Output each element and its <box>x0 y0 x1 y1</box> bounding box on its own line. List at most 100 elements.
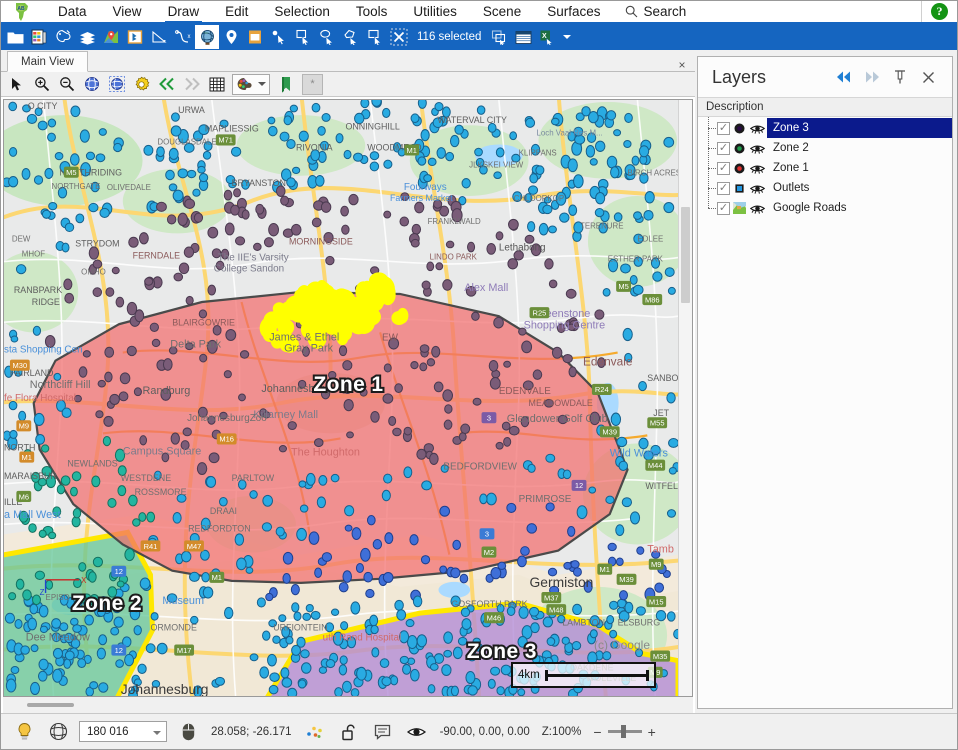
map-extra-button[interactable]: * <box>302 73 323 95</box>
zoom-plus-label[interactable]: + <box>648 724 656 740</box>
previous-extent-button[interactable] <box>154 73 179 95</box>
scale-bar-label: 4km <box>518 669 540 681</box>
close-panel-button[interactable] <box>914 64 942 90</box>
layer-visibility-checkbox[interactable] <box>717 161 730 175</box>
layer-eye-icon[interactable] <box>748 203 767 214</box>
close-icon: × <box>678 58 686 72</box>
zoom-slider-knob[interactable] <box>620 725 626 738</box>
layer-eye-icon[interactable] <box>748 143 767 154</box>
snap-points-button[interactable] <box>298 717 332 747</box>
next-extent-button[interactable] <box>179 73 204 95</box>
menu-item-selection[interactable]: Selection <box>261 1 343 22</box>
layer-visibility-checkbox[interactable] <box>717 181 730 195</box>
pointer-select-icon <box>272 30 286 45</box>
palette-brush-icon <box>56 29 71 43</box>
layer-row-zone-2[interactable]: Zone 2 <box>698 138 952 158</box>
data-table-button[interactable] <box>27 25 51 49</box>
layers-panel-header: Layers <box>698 57 952 97</box>
map-place-label: CHLOORKOP <box>514 194 565 203</box>
polygon-select-button[interactable] <box>339 25 363 49</box>
settings-gear-button[interactable] <box>129 73 154 95</box>
menu-item-tools[interactable]: Tools <box>343 1 401 22</box>
zoom-out-button[interactable] <box>54 73 79 95</box>
bookmark-icon <box>281 76 290 93</box>
menu-item-view[interactable]: View <box>100 1 155 22</box>
map-place-label: KLIPPANS <box>519 148 557 157</box>
tab-main-view[interactable]: Main View <box>7 51 88 72</box>
copy-selection-button[interactable] <box>487 25 511 49</box>
clear-selection-button[interactable] <box>387 25 411 49</box>
collapse-left-button[interactable] <box>830 64 858 90</box>
map-place-label: Johannesburg <box>121 681 209 696</box>
lock-button[interactable] <box>332 717 366 747</box>
zoom-minus-label[interactable]: − <box>593 724 601 740</box>
crop-select-button[interactable] <box>363 25 387 49</box>
rect-select-button[interactable] <box>291 25 315 49</box>
note-button[interactable] <box>366 717 400 747</box>
menu-item-surfaces[interactable]: Surfaces <box>534 1 613 22</box>
color-palette-dropdown[interactable] <box>232 73 270 95</box>
label-box-button[interactable] <box>243 25 267 49</box>
measure-button[interactable] <box>147 25 171 49</box>
layer-row-zone-1[interactable]: Zone 1 <box>698 158 952 178</box>
map-vscroll-thumb[interactable] <box>681 207 690 303</box>
map-place-label: LAMBTON <box>562 617 605 627</box>
eye-icon <box>407 727 427 736</box>
map-vertical-scrollbar[interactable] <box>678 100 692 696</box>
close-tab-button[interactable]: × <box>675 58 695 72</box>
lightbulb-button[interactable] <box>7 717 41 747</box>
lasso-select-button[interactable] <box>315 25 339 49</box>
menu-item-scene[interactable]: Scene <box>470 1 534 22</box>
open-folder-button[interactable] <box>3 25 27 49</box>
map-canvas[interactable]: XZ O CITY URWA WATERVAL CITY MAPLIESSIG ONNI… <box>4 100 678 696</box>
layer-visibility-checkbox[interactable] <box>717 201 730 215</box>
zoom-slider[interactable]: − + <box>587 724 655 740</box>
zoom-in-button[interactable] <box>29 73 54 95</box>
curve-tool-button[interactable]: x <box>171 25 195 49</box>
pointer-select-button[interactable] <box>267 25 291 49</box>
layer-eye-icon[interactable] <box>748 123 767 134</box>
layer-row-zone-3[interactable]: Zone 3 <box>698 118 952 138</box>
globe-button[interactable] <box>41 717 75 747</box>
search-box[interactable]: Search <box>613 1 698 22</box>
place-marker-button[interactable] <box>219 25 243 49</box>
menu-item-edit[interactable]: Edit <box>212 1 261 22</box>
zoom-extent-button[interactable] <box>79 73 104 95</box>
style-palette-button[interactable] <box>51 25 75 49</box>
app-logo[interactable]: AB <box>1 1 45 22</box>
layers-button[interactable] <box>75 25 99 49</box>
menu-item-utilities[interactable]: Utilities <box>400 1 470 22</box>
view-angle-button[interactable] <box>400 717 434 747</box>
map-scale-combo[interactable]: 180 016 <box>79 721 167 742</box>
bing-maps-button[interactable] <box>123 25 147 49</box>
layer-row-outlets[interactable]: Outlets <box>698 178 952 198</box>
toolbar-overflow-button[interactable] <box>559 25 575 49</box>
expand-right-button[interactable] <box>858 64 886 90</box>
grid-button[interactable] <box>204 73 229 95</box>
zoom-selection-button[interactable] <box>104 73 129 95</box>
table-grid-button[interactable] <box>511 25 535 49</box>
map-place-label: ESTHER PARK <box>608 255 664 264</box>
bookmark-button[interactable] <box>273 73 298 95</box>
layer-visibility-checkbox[interactable] <box>717 141 730 155</box>
menu-item-data[interactable]: Data <box>45 1 100 22</box>
layer-visibility-checkbox[interactable] <box>717 121 730 135</box>
google-maps-button[interactable] <box>99 25 123 49</box>
arrow-pointer-button[interactable] <box>4 73 29 95</box>
road-shield-icon: M55 <box>647 417 668 429</box>
map-hscroll-thumb[interactable] <box>27 703 74 707</box>
pin-panel-button[interactable] <box>886 64 914 90</box>
tab-label: Main View <box>21 55 74 68</box>
layer-row-google-roads[interactable]: Google Roads <box>698 198 952 218</box>
layer-eye-icon[interactable] <box>748 183 767 194</box>
layers-list[interactable]: Zone 3 Zone 2 Zone 1 Outlets Google Roads <box>698 117 952 708</box>
map-place-label: DOUGLASDALE <box>157 137 216 146</box>
mouse-mode-button[interactable] <box>171 717 205 747</box>
excel-export-button[interactable]: X <box>535 25 559 49</box>
layer-eye-icon[interactable] <box>748 163 767 174</box>
help-button[interactable]: ? <box>921 1 957 22</box>
zoom-slider-track[interactable] <box>607 725 642 738</box>
menu-item-draw[interactable]: Draw <box>155 1 213 24</box>
map-horizontal-scrollbar[interactable] <box>3 697 693 713</box>
globe-view-button[interactable] <box>195 25 219 49</box>
